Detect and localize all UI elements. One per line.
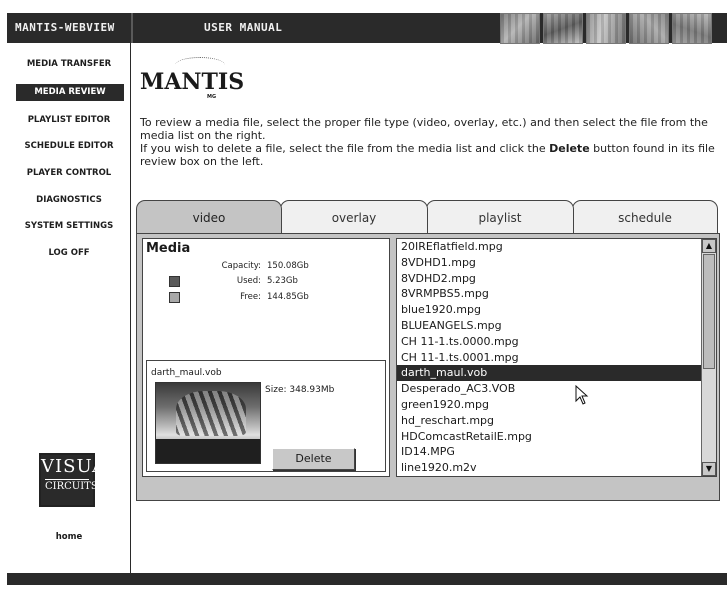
bottom-bar bbox=[7, 573, 727, 585]
thumbnail-1[interactable] bbox=[500, 13, 540, 44]
instructions-text: If you wish to delete a file, select the… bbox=[140, 142, 550, 155]
tab-panel: Media Capacity: 150.08Gb Used: 5.23Gb Fr… bbox=[136, 233, 720, 501]
brand-logo-sub: MG bbox=[207, 94, 217, 100]
media-title: Media bbox=[146, 241, 191, 256]
free-value: 144.85Gb bbox=[267, 292, 309, 302]
sidebar-item-system-settings[interactable]: SYSTEM SETTINGS bbox=[7, 221, 131, 231]
thumbnail-3[interactable] bbox=[586, 13, 626, 44]
list-item[interactable]: darth_maul.vob bbox=[397, 365, 702, 382]
mouse-pointer-icon bbox=[575, 385, 589, 405]
media-info-box: Media Capacity: 150.08Gb Used: 5.23Gb Fr… bbox=[142, 238, 390, 477]
sidebar-item-media-transfer[interactable]: MEDIA TRANSFER bbox=[7, 59, 131, 69]
list-item[interactable]: CH 11-1.ts.0001.mpg bbox=[397, 350, 702, 366]
sidebar-item-schedule-editor[interactable]: SCHEDULE EDITOR bbox=[7, 141, 131, 151]
instructions: To review a media file, select the prope… bbox=[140, 116, 726, 168]
file-review-box: darth_maul.vob Size: 348.93Mb Delete bbox=[146, 360, 386, 472]
instructions-line-1: To review a media file, select the prope… bbox=[140, 116, 708, 142]
user-manual-link[interactable]: USER MANUAL bbox=[204, 21, 282, 34]
brand-logo: MANTIS bbox=[140, 69, 245, 95]
instructions-delete-keyword: Delete bbox=[549, 142, 590, 155]
delete-button[interactable]: Delete bbox=[272, 448, 355, 470]
scroll-up-icon[interactable]: ▲ bbox=[702, 239, 716, 253]
list-item[interactable]: HDComcastRetailE.mpg bbox=[397, 429, 702, 445]
used-value: 5.23Gb bbox=[267, 276, 298, 286]
list-item[interactable]: 8VRMPBS5.mpg bbox=[397, 286, 702, 302]
capacity-label: Capacity: bbox=[221, 261, 261, 271]
tab-overlay[interactable]: overlay bbox=[280, 200, 428, 234]
file-review-filename: darth_maul.vob bbox=[151, 368, 222, 378]
sidebar-item-log-off[interactable]: LOG OFF bbox=[7, 248, 131, 258]
sidebar-item-diagnostics[interactable]: DIAGNOSTICS bbox=[7, 195, 131, 205]
home-link[interactable]: home bbox=[7, 532, 131, 542]
list-item[interactable]: BLUEANGELS.mpg bbox=[397, 318, 702, 334]
capacity-value: 150.08Gb bbox=[267, 261, 309, 271]
thumbnail-strip bbox=[500, 13, 712, 45]
list-item[interactable]: CH 11-1.ts.0000.mpg bbox=[397, 334, 702, 350]
list-item[interactable]: line1920.m2v bbox=[397, 460, 702, 476]
scrollbar-thumb[interactable] bbox=[703, 254, 715, 369]
free-label: Free: bbox=[240, 292, 261, 302]
top-bar: MANTIS-WEBVIEW USER MANUAL bbox=[7, 13, 727, 45]
list-item[interactable]: 8VDHD1.mpg bbox=[397, 255, 702, 271]
list-item[interactable]: blue1920.mpg bbox=[397, 302, 702, 318]
tab-schedule[interactable]: schedule bbox=[572, 200, 718, 234]
logo-line-2: CIRCUITS bbox=[45, 479, 98, 492]
app-title: MANTIS-WEBVIEW bbox=[15, 21, 115, 34]
sidebar-item-player-control[interactable]: PLAYER CONTROL bbox=[7, 168, 131, 178]
media-list-scrollbar[interactable]: ▲ ▼ bbox=[701, 239, 716, 476]
scroll-down-icon[interactable]: ▼ bbox=[702, 462, 716, 476]
list-item[interactable]: hd_reschart.mpg bbox=[397, 413, 702, 429]
sidebar-item-media-review[interactable]: MEDIA REVIEW bbox=[16, 84, 124, 101]
logo-line-1: VISUAL bbox=[41, 456, 120, 477]
used-label: Used: bbox=[236, 276, 261, 286]
video-preview bbox=[155, 382, 261, 464]
thumbnail-5[interactable] bbox=[672, 13, 712, 44]
tab-video[interactable]: video bbox=[136, 200, 282, 234]
media-type-tabs: schedule playlist overlay video Media Ca… bbox=[134, 200, 727, 501]
media-list-items: 20IREflatfield.mpg 8VDHD1.mpg 8VDHD2.mpg 8V… bbox=[397, 239, 702, 476]
instructions-line-2: If you wish to delete a file, select the… bbox=[140, 142, 726, 168]
list-item[interactable]: Desperado_AC3.VOB bbox=[397, 381, 702, 397]
file-review-size: Size: 348.93Mb bbox=[265, 385, 335, 395]
sidebar: MEDIA TRANSFER MEDIA REVIEW PLAYLIST EDI… bbox=[7, 43, 131, 573]
sidebar-item-playlist-editor[interactable]: PLAYLIST EDITOR bbox=[7, 115, 131, 125]
app-window: MANTIS-WEBVIEW USER MANUAL MEDIA TRANSFE… bbox=[7, 13, 727, 585]
list-item[interactable]: 20IREflatfield.mpg bbox=[397, 239, 702, 255]
list-item[interactable]: 8VDHD2.mpg bbox=[397, 271, 702, 287]
list-item[interactable]: ID14.MPG bbox=[397, 444, 702, 460]
tab-playlist[interactable]: playlist bbox=[426, 200, 574, 234]
list-item[interactable]: green1920.mpg bbox=[397, 397, 702, 413]
used-color-swatch bbox=[169, 276, 180, 287]
media-list[interactable]: 20IREflatfield.mpg 8VDHD1.mpg 8VDHD2.mpg 8V… bbox=[396, 238, 717, 477]
visual-circuits-logo[interactable]: VISUAL CIRCUITS bbox=[39, 453, 120, 507]
topbar-divider bbox=[131, 13, 133, 43]
free-color-swatch bbox=[169, 292, 180, 303]
thumbnail-4[interactable] bbox=[629, 13, 669, 44]
thumbnail-2[interactable] bbox=[543, 13, 583, 44]
